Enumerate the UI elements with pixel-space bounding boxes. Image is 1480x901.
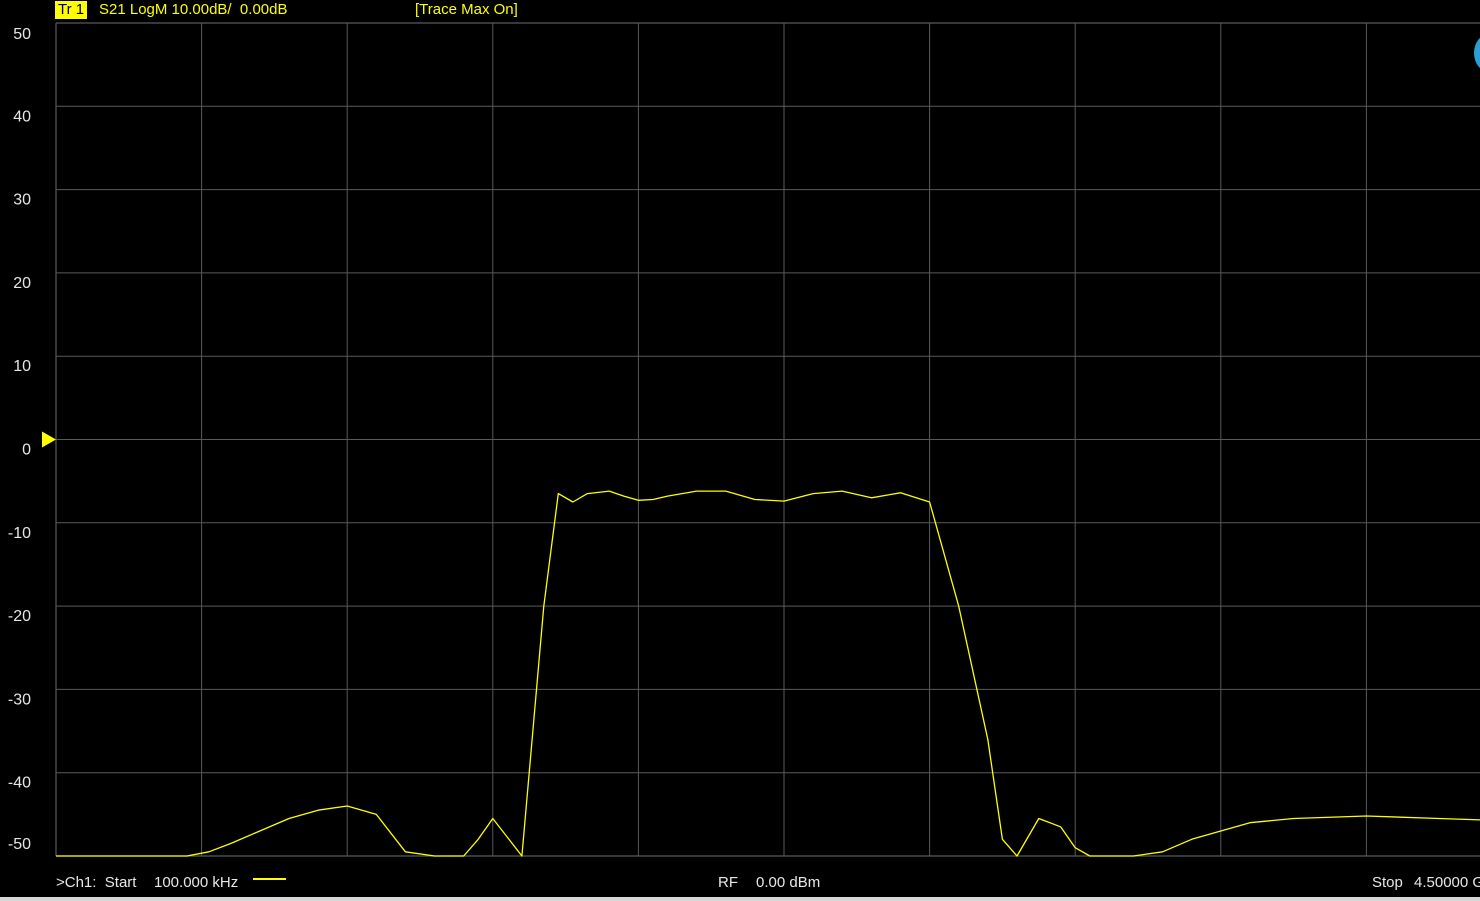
start-frequency-value[interactable]: 100.000 kHz	[154, 874, 238, 891]
stop-frequency-label: Stop	[1372, 874, 1403, 891]
y-tick-label: -20	[8, 608, 31, 625]
reference-level-marker[interactable]	[42, 431, 56, 448]
y-tick-labels: 50 40 30 20 10 0 -10 -20 -30 -40 -50	[8, 26, 31, 853]
start-frequency-label: >Ch1: Start	[56, 874, 137, 891]
bottom-divider	[0, 897, 1480, 901]
y-tick-label: 0	[22, 442, 31, 459]
y-tick-label: -40	[8, 775, 31, 792]
channel-status-bar: >Ch1: Start 100.000 kHz RF 0.00 dBm Stop…	[0, 868, 1480, 898]
y-tick-label: -10	[8, 525, 31, 542]
y-tick-label: -50	[8, 836, 31, 853]
rf-power-value[interactable]: 0.00 dBm	[756, 874, 820, 891]
y-tick-label: 10	[13, 358, 31, 375]
trace-color-indicator	[253, 878, 286, 880]
stop-frequency-value[interactable]: 4.50000 G	[1414, 874, 1480, 891]
y-tick-label: 50	[13, 26, 31, 43]
y-tick-label: 20	[13, 275, 31, 292]
s21-plot[interactable]: 50 40 30 20 10 0 -10 -20 -30 -40 -50	[0, 0, 1480, 868]
trace-line[interactable]	[56, 490, 1480, 857]
y-tick-label: -30	[8, 691, 31, 708]
trace-layer	[56, 490, 1480, 857]
y-tick-label: 40	[13, 108, 31, 125]
y-tick-label: 30	[13, 192, 31, 209]
plot-grid	[55, 22, 1480, 857]
rf-power-label: RF	[718, 874, 738, 891]
